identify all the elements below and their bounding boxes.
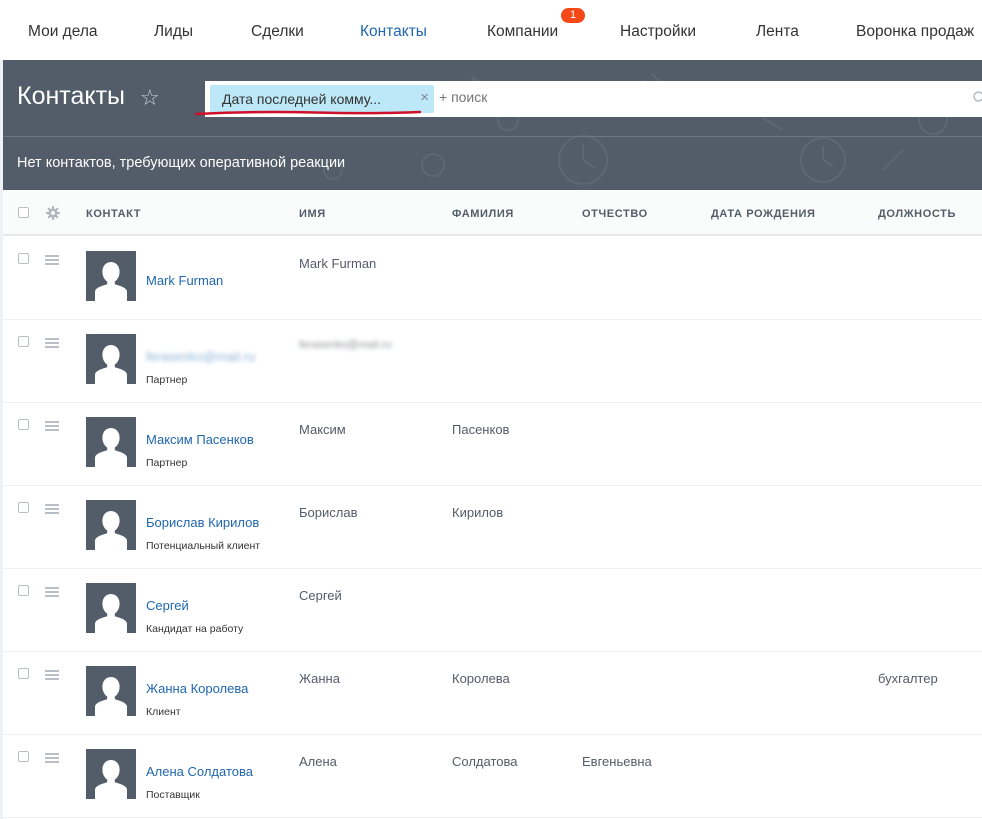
cell-first: Алена [299,754,337,769]
tab-sales-funnel[interactable]: Воронка продаж [856,0,974,60]
table-row[interactable]: Жанна Королева Клиент Жанна Королева бухгалт… [3,652,982,735]
table-row[interactable]: Mark Furman Mark Furman [3,237,982,320]
cell-last: Кирилов [452,505,504,520]
avatar [86,500,136,550]
cell-last: Королева [452,671,510,686]
row-menu-icon[interactable] [45,504,59,514]
tab-contacts[interactable]: Контакты [360,0,427,60]
avatar [86,334,136,384]
top-navigation: Мои дела Лиды Сделки Контакты Компании 1… [0,0,982,60]
tab-deals[interactable]: Сделки [251,0,304,60]
table-row[interactable]: ferasenko@mail.ru Партнер ferasenko@mail.r… [3,320,982,403]
gear-icon[interactable] [46,206,60,220]
row-menu-icon[interactable] [45,670,59,680]
contact-name-link[interactable]: Mark Furman [146,273,223,288]
row-menu-icon[interactable] [45,255,59,265]
row-checkbox[interactable] [18,419,29,430]
contact-name-link[interactable]: Жанна Королева [146,681,248,696]
cell-first: Сергей [299,588,342,603]
annotation-underline [195,110,421,116]
row-checkbox[interactable] [18,585,29,596]
cell-last: Пасенков [452,422,510,437]
table-row[interactable]: Сергей Кандидат на работу Сергей [3,569,982,652]
contact-type: Партнер [146,374,188,386]
filter-chip[interactable]: Дата последней комму... × [210,85,434,113]
header-divider [3,136,982,137]
column-position[interactable]: Должность [878,208,956,220]
tab-companies[interactable]: Компании [487,0,558,60]
page-title: Контакты [17,82,125,110]
cell-position: бухгалтер [878,671,938,686]
avatar [86,749,136,799]
row-menu-icon[interactable] [45,338,59,348]
row-checkbox[interactable] [18,336,29,347]
notice-text: Нет контактов, требующих оперативной реа… [17,155,346,171]
row-checkbox[interactable] [18,502,29,513]
cell-middle: Евгеньевна [582,754,652,769]
cell-first: Жанна [299,671,340,686]
tab-leads[interactable]: Лиды [154,0,193,60]
contacts-table: Контакт Имя Фамилия Отчество Дата рожден… [3,190,982,819]
tab-settings[interactable]: Настройки [620,0,696,60]
contact-name-link[interactable]: ferasenko@mail.ru [146,349,255,364]
contact-name-link[interactable]: Алена Солдатова [146,764,253,779]
contact-type: Партнер [146,457,188,469]
filter-chip-label: Дата последней комму... [222,91,382,107]
table-row[interactable]: Алена Солдатова Поставщик Алена Солдатова Ев… [3,735,982,818]
column-first-name[interactable]: Имя [299,208,326,220]
contact-name-link[interactable]: Борислав Кирилов [146,515,259,530]
contact-type: Клиент [146,706,181,718]
contact-name-link[interactable]: Сергей [146,598,189,613]
companies-count-badge: 1 [561,8,585,23]
table-header: Контакт Имя Фамилия Отчество Дата рожден… [3,190,982,236]
avatar [86,666,136,716]
contact-name-link[interactable]: Максим Пасенков [146,432,254,447]
close-icon[interactable]: × [420,89,429,106]
column-birthday[interactable]: Дата рождения [711,208,816,220]
contact-type: Потенциальный клиент [146,540,261,552]
avatar [86,417,136,467]
avatar [86,251,136,301]
tab-my-tasks[interactable]: Мои дела [28,0,98,60]
tab-feed[interactable]: Лента [756,0,799,60]
row-checkbox[interactable] [18,253,29,264]
cell-first: Mark Furman [299,256,377,271]
row-checkbox[interactable] [18,668,29,679]
column-last-name[interactable]: Фамилия [452,208,514,220]
avatar [86,583,136,633]
contact-type: Поставщик [146,789,200,801]
page-header: Контакты ☆ Дата последней комму... × Нет… [3,60,982,190]
star-icon[interactable]: ☆ [140,85,160,111]
row-menu-icon[interactable] [45,753,59,763]
row-checkbox[interactable] [18,751,29,762]
search-input[interactable] [439,89,959,105]
cell-first: Борислав [299,505,358,520]
column-contact[interactable]: Контакт [86,208,141,220]
cell-first: Максим [299,422,346,437]
table-row[interactable]: Максим Пасенков Партнер Максим Пасенков [3,403,982,486]
contact-type: Кандидат на работу [146,623,244,635]
table-row[interactable]: Борислав Кирилов Потенциальный клиент Бори… [3,486,982,569]
search-icon[interactable] [973,91,982,105]
select-all-checkbox[interactable] [18,207,29,218]
column-middle-name[interactable]: Отчество [582,208,648,220]
cell-first: ferasenko@mail.ru [299,339,392,351]
cell-last: Солдатова [452,754,518,769]
row-menu-icon[interactable] [45,587,59,597]
row-menu-icon[interactable] [45,421,59,431]
